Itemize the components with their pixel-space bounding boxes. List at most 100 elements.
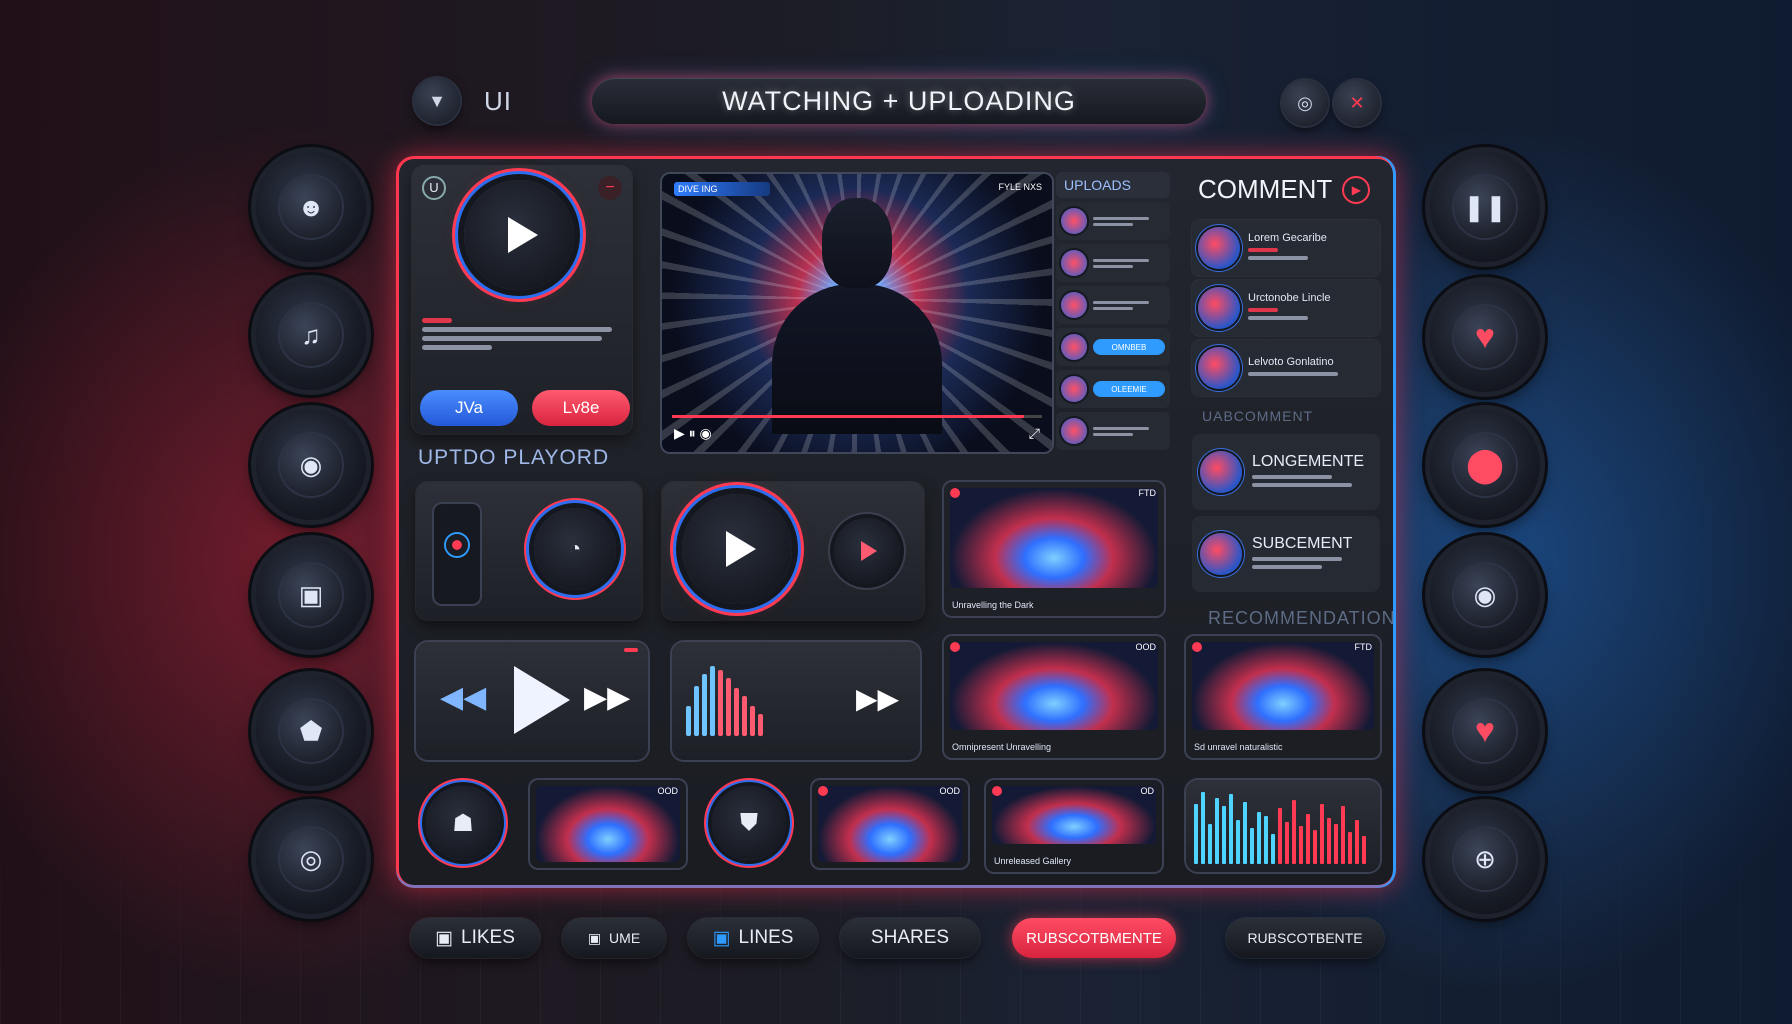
equalizer-bar <box>1362 836 1366 864</box>
avatar <box>1198 287 1240 329</box>
thumbnail-badge: OOD <box>939 786 960 796</box>
live-dot <box>950 488 960 498</box>
record-icon[interactable]: ◎ <box>1282 80 1328 126</box>
heart-icon: ♥ <box>1454 700 1516 762</box>
avatar <box>1061 292 1087 318</box>
profile-button[interactable]: ☗ <box>426 786 500 860</box>
knob-camera-right[interactable]: ◉ <box>1430 540 1540 650</box>
shares-button[interactable]: SHARES <box>840 918 980 958</box>
comment-item[interactable]: Urctonobe Lincle <box>1192 280 1380 336</box>
red-button[interactable]: Lv8e <box>532 390 630 426</box>
equalizer-bar <box>1341 806 1345 864</box>
description-lines <box>422 314 618 354</box>
subscribe-button[interactable]: RUBSCOTBMENTE <box>1012 918 1176 958</box>
video-progress[interactable] <box>672 415 1042 418</box>
play-icon[interactable]: ▶ <box>1342 175 1371 204</box>
upload-text <box>1093 424 1165 439</box>
close-icon[interactable]: ✕ <box>1334 80 1380 126</box>
knob-music[interactable]: ♫ <box>256 280 366 390</box>
subscribe-secondary-button[interactable]: RUBSCOTBENTE <box>1226 918 1384 958</box>
upload-text <box>1093 256 1165 271</box>
thumbnail-badge: FTD <box>1354 642 1373 652</box>
comment-author: SUBCEMENT <box>1252 535 1353 552</box>
chat-icon: ▣ <box>712 927 731 949</box>
comments-header: COMMENT ▶ <box>1198 174 1371 205</box>
remote-device[interactable] <box>434 504 480 604</box>
upload-item[interactable] <box>1056 202 1170 240</box>
upload-item[interactable]: OLEEMIE <box>1056 370 1170 408</box>
disc-button[interactable]: ◔ <box>534 508 616 590</box>
equalizer-bar <box>1320 804 1324 864</box>
uploads-list: UPLOADS OMNBEB OLEEMIE <box>1056 172 1170 454</box>
lines-button[interactable]: ▣ LINES <box>688 918 818 958</box>
knob-user[interactable]: ☻ <box>256 152 366 262</box>
ume-button[interactable]: ▣ UME <box>562 918 666 958</box>
avatar <box>1061 250 1087 276</box>
equalizer-bar <box>1250 828 1254 864</box>
comment-item-large[interactable]: LONGEMENTE <box>1192 434 1380 510</box>
arrow-down-icon[interactable]: ▼ <box>414 78 460 124</box>
video-thumbnail[interactable]: FTD Unravelling the Dark <box>944 482 1164 616</box>
thumbnail-caption: Omnipresent Unravelling <box>952 742 1052 752</box>
comment-item-large[interactable]: SUBCEMENT <box>1192 516 1380 592</box>
live-dot <box>992 786 1002 796</box>
user-icon: ☗ <box>452 809 474 837</box>
music-icon: ♫ <box>280 304 342 366</box>
comment-author: Lelvoto Gonlatino <box>1248 356 1334 368</box>
target-icon: ◎ <box>280 828 342 890</box>
play-button[interactable] <box>682 494 792 604</box>
video-thumbnail[interactable]: OD Unreleased Gallery <box>986 780 1162 872</box>
equalizer-bar <box>1327 818 1331 864</box>
video-player[interactable]: DIVE ING FYLE NXS ▶ ⏸ ◉ ⤢ <box>662 174 1052 452</box>
video-corner-label: FYLE NXS <box>998 182 1042 192</box>
thumbnail-badge: OD <box>1140 786 1155 796</box>
comment-item[interactable]: Lelvoto Gonlatino <box>1192 340 1380 396</box>
upload-status-pill: OLEEMIE <box>1093 381 1165 397</box>
add-icon[interactable]: − <box>598 176 622 200</box>
knob-pause[interactable]: ❚❚ <box>1430 152 1540 262</box>
forward-icon[interactable]: ▶▶ <box>584 680 630 715</box>
avatar <box>1198 227 1240 269</box>
video-thumbnail[interactable]: FTD Sd unravel naturalistic <box>1186 636 1380 758</box>
comment-item[interactable]: Lorem Gecaribe <box>1192 220 1380 276</box>
comments-list: Lorem Gecaribe Urctonobe Lincle Lelvoto … <box>1192 220 1380 598</box>
chat-icon: ▣ <box>435 927 454 949</box>
pause-icon: ❚❚ <box>1454 176 1516 238</box>
upload-item[interactable] <box>1056 412 1170 450</box>
play-icon <box>508 217 538 253</box>
thumbnail-image <box>1192 642 1374 730</box>
knob-gallery[interactable]: ▣ <box>256 540 366 650</box>
knob-shield[interactable]: ⬟ <box>256 676 366 786</box>
play-button-large[interactable] <box>464 180 574 290</box>
fullscreen-icon[interactable]: ⤢ <box>1029 425 1040 442</box>
play-icon[interactable] <box>514 666 570 734</box>
rewind-icon[interactable]: ◀◀ <box>440 680 486 715</box>
ui-label: UI <box>484 86 512 116</box>
media-controls-card: ◀◀ ▶▶ <box>416 642 648 760</box>
equalizer-bar <box>1348 832 1352 864</box>
knob-target[interactable]: ◎ <box>256 804 366 914</box>
knob-location[interactable]: ⬤ <box>1430 410 1540 520</box>
upload-item[interactable] <box>1056 244 1170 282</box>
equalizer-bar <box>1236 820 1240 864</box>
video-controls[interactable]: ▶ ⏸ ◉ <box>674 425 712 442</box>
avatar <box>1061 376 1087 402</box>
knob-heart-2[interactable]: ♥ <box>1430 676 1540 786</box>
video-thumbnail[interactable]: OOD <box>812 780 968 868</box>
blue-button[interactable]: JVa <box>420 390 518 426</box>
upload-item[interactable] <box>1056 286 1170 324</box>
equalizer-bar <box>1222 806 1226 864</box>
forward-icon[interactable]: ▶▶ <box>856 682 899 715</box>
knob-camera[interactable]: ◉ <box>256 410 366 520</box>
shield-button[interactable]: ⛊ <box>712 786 786 860</box>
knob-heart[interactable]: ♥ <box>1430 282 1540 392</box>
video-thumbnail[interactable]: OOD <box>530 780 686 868</box>
play-controls-card <box>662 482 924 620</box>
disc-icon: ◔ <box>568 537 582 560</box>
play-button-small[interactable] <box>834 518 900 584</box>
video-thumbnail[interactable]: OOD Omnipresent Unravelling <box>944 636 1164 758</box>
likes-button[interactable]: ▣ LIKES <box>410 918 540 958</box>
knob-plus[interactable]: ⊕ <box>1430 804 1540 914</box>
upload-item[interactable]: OMNBEB <box>1056 328 1170 366</box>
lines-label: LINES <box>738 927 794 948</box>
